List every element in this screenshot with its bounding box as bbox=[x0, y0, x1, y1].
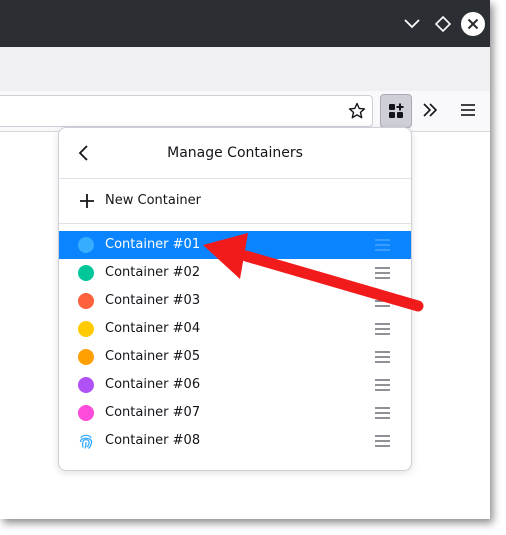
container-list: Container #01 Container #02 Container #0… bbox=[59, 231, 411, 455]
container-color-dot bbox=[78, 405, 94, 421]
container-row[interactable]: Container #08 bbox=[59, 427, 411, 455]
close-button[interactable] bbox=[459, 0, 487, 47]
navigation-toolbar bbox=[0, 91, 490, 132]
minimize-button[interactable] bbox=[398, 0, 426, 47]
container-label: Container #05 bbox=[105, 349, 201, 364]
url-bar[interactable] bbox=[0, 95, 373, 127]
container-label: Container #04 bbox=[105, 321, 201, 336]
drag-handle-icon[interactable] bbox=[375, 350, 390, 364]
close-icon bbox=[467, 18, 479, 29]
container-color-dot bbox=[78, 321, 94, 337]
drag-handle-icon[interactable] bbox=[375, 322, 390, 336]
browser-window: Manage Containers New Container Containe… bbox=[0, 0, 490, 519]
container-row[interactable]: Container #02 bbox=[59, 259, 411, 287]
container-label: Container #01 bbox=[105, 237, 201, 252]
chevron-double-right-icon[interactable] bbox=[419, 99, 441, 121]
container-label: Container #06 bbox=[105, 377, 201, 392]
container-row[interactable]: Container #06 bbox=[59, 371, 411, 399]
title-bar bbox=[0, 0, 490, 47]
panel-header: Manage Containers bbox=[59, 128, 411, 179]
tab-strip bbox=[0, 47, 490, 91]
drag-handle-icon[interactable] bbox=[375, 266, 390, 280]
container-row[interactable]: Container #01 bbox=[59, 231, 411, 259]
container-label: Container #02 bbox=[105, 265, 201, 280]
drag-handle-icon[interactable] bbox=[375, 434, 390, 448]
drag-handle-icon[interactable] bbox=[375, 238, 390, 252]
container-row[interactable]: Container #05 bbox=[59, 343, 411, 371]
container-color-dot bbox=[78, 293, 94, 309]
star-icon[interactable] bbox=[348, 102, 366, 120]
container-label: Container #07 bbox=[105, 405, 201, 420]
container-row[interactable]: Container #04 bbox=[59, 315, 411, 343]
container-color-dot bbox=[78, 265, 94, 281]
container-color-dot bbox=[78, 377, 94, 393]
drag-handle-icon[interactable] bbox=[375, 294, 390, 308]
chevron-down-icon bbox=[404, 18, 420, 28]
maximize-button[interactable] bbox=[430, 0, 456, 47]
plus-icon bbox=[80, 194, 94, 208]
containers-extension-icon bbox=[389, 103, 404, 118]
container-row[interactable]: Container #03 bbox=[59, 287, 411, 315]
fingerprint-icon bbox=[79, 434, 93, 449]
hamburger-menu-icon[interactable] bbox=[457, 99, 479, 121]
new-container-label: New Container bbox=[105, 193, 202, 208]
manage-containers-panel: Manage Containers New Container Containe… bbox=[58, 127, 412, 471]
panel-title: Manage Containers bbox=[167, 145, 303, 161]
container-color-dot bbox=[78, 237, 94, 253]
container-color-dot bbox=[78, 349, 94, 365]
new-container-button[interactable]: New Container bbox=[59, 179, 411, 224]
container-label: Container #03 bbox=[105, 293, 201, 308]
container-row[interactable]: Container #07 bbox=[59, 399, 411, 427]
diamond-icon bbox=[435, 15, 451, 32]
drag-handle-icon[interactable] bbox=[375, 378, 390, 392]
drag-handle-icon[interactable] bbox=[375, 406, 390, 420]
container-label: Container #08 bbox=[105, 433, 201, 448]
containers-extension-button[interactable] bbox=[380, 94, 412, 128]
